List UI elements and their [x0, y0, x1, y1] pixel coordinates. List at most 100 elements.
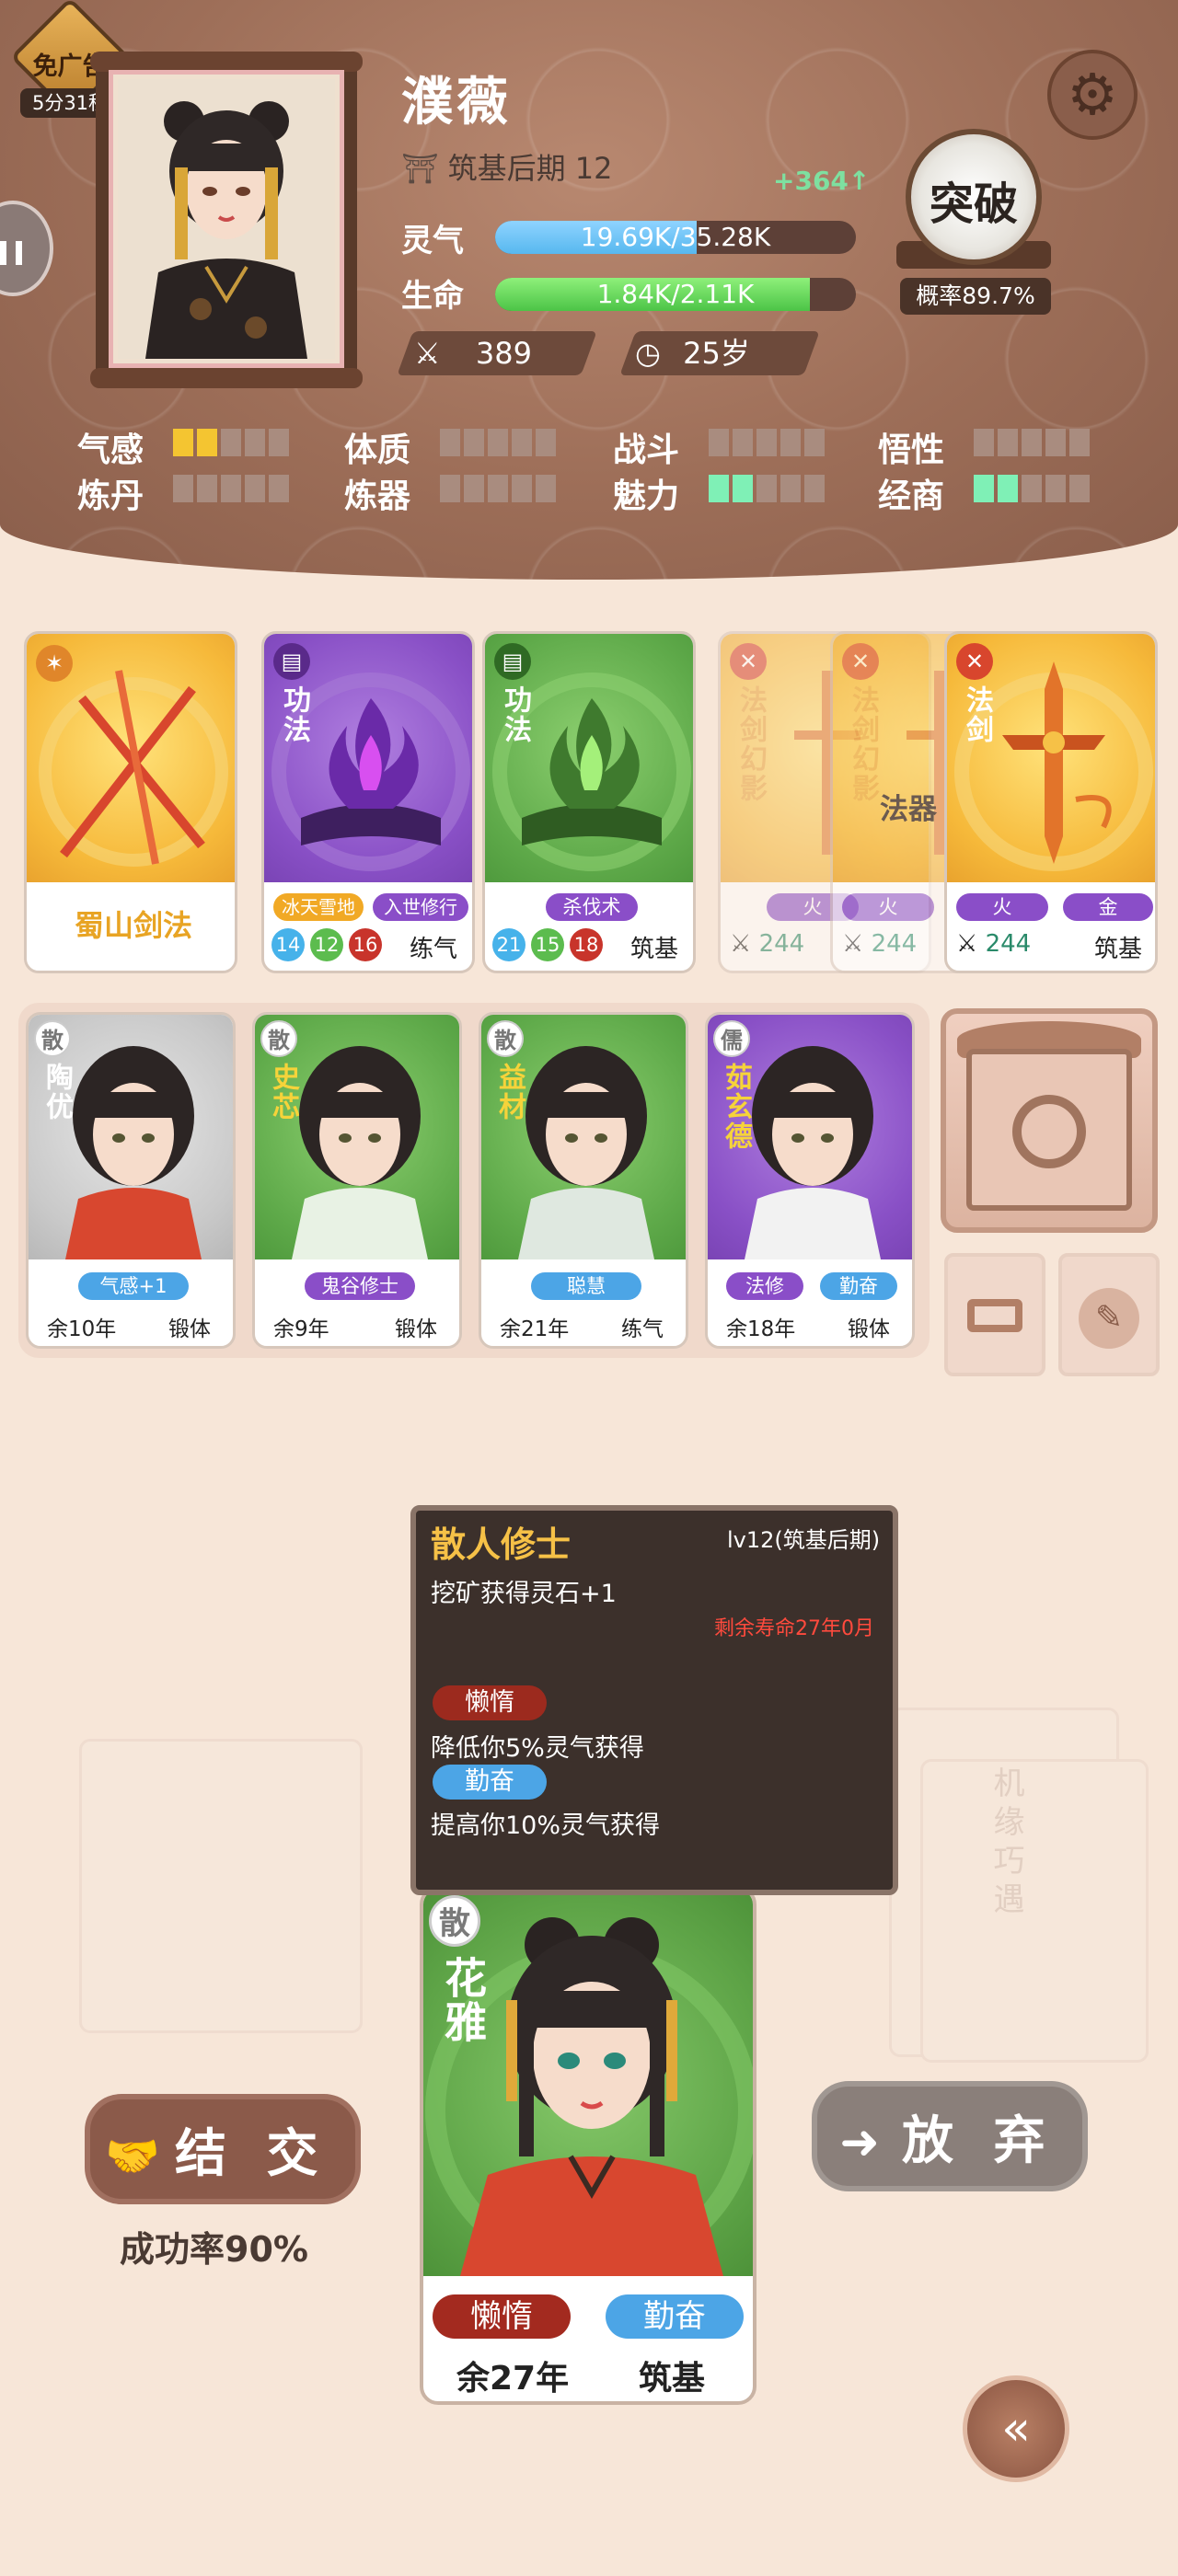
scroll-rod-top — [90, 52, 363, 72]
card-tag: 杀伐术 — [546, 893, 638, 921]
attribute-pip — [756, 475, 777, 502]
crossed-swords-icon: ⚔ — [842, 930, 864, 958]
scroll-icon: ✎ — [1079, 1288, 1139, 1349]
sect-icon: ✶ — [36, 645, 73, 682]
attribute-pip — [512, 475, 532, 502]
card-type: 功法 — [278, 685, 310, 744]
companion-lifespan: 余21年 — [500, 1317, 570, 1341]
attribute-label: 炼器 — [344, 477, 411, 515]
breakthrough-probability: 概率89.7% — [900, 278, 1051, 315]
companion-name: 茹玄德 — [720, 1063, 752, 1151]
gear-icon: ⚙ — [1067, 61, 1118, 128]
card-tag: 火 — [956, 893, 1048, 921]
attribute-pip — [709, 475, 729, 502]
attribute-pip — [536, 429, 556, 456]
card-tag: 冰天雪地 — [273, 893, 364, 921]
scroll-button[interactable]: ✎ — [1058, 1253, 1160, 1376]
back-arrow-icon: « — [1001, 2401, 1031, 2456]
trait-tag: 勤奋 — [820, 1272, 897, 1300]
card-title: 蜀山剑法 — [74, 908, 192, 943]
card-stage: 练气 — [410, 936, 458, 963]
companion-stage: 锻体 — [848, 1317, 890, 1341]
scroll-rod-bottom — [90, 368, 363, 388]
companion-stage: 锻体 — [168, 1317, 211, 1341]
tooltip-effect: 挖矿获得灵石+1 — [431, 1580, 617, 1608]
stat-number: 14 — [271, 928, 305, 961]
spirit-gain: +364↑ — [773, 166, 871, 196]
tooltip-lifespan: 剩余寿命27年0月 — [714, 1617, 874, 1640]
attribute-label: 经商 — [878, 477, 945, 515]
card-type: 功法 — [499, 685, 531, 744]
attribute-pip — [488, 475, 508, 502]
card-tag: 金 — [1063, 893, 1153, 921]
companion-card[interactable]: 散陶优 气感+1 余10年 锻体 — [26, 1012, 236, 1349]
clock-icon: ◷ — [635, 336, 661, 371]
companion-stage: 锻体 — [395, 1317, 437, 1341]
skill-card[interactable]: ▤ 功法 冰天雪地 入世修行 14 12 16 练气 — [261, 631, 475, 973]
companion-lifespan: 余9年 — [273, 1317, 329, 1341]
attribute-pip — [173, 475, 193, 502]
pause-icon — [0, 241, 22, 265]
attribute-pip — [221, 475, 241, 502]
realm-text: 筑基后期 12 — [447, 151, 613, 186]
attribute-pip — [245, 475, 265, 502]
crossed-swords-icon: ⚔ — [414, 336, 441, 371]
attribute-pip — [197, 475, 217, 502]
stat-number: 16 — [349, 928, 382, 961]
abandon-button[interactable]: ➜ 放 弃 — [812, 2081, 1088, 2191]
player-name: 濮薇 — [401, 73, 512, 132]
scroll-icon: ▤ — [273, 643, 310, 680]
power-row: ⚔ 244 — [842, 930, 917, 958]
attribute-pip — [1045, 429, 1066, 456]
attribute-pip — [709, 429, 729, 456]
encounter-stage: 筑基 — [639, 2360, 706, 2398]
chest-button[interactable] — [944, 1253, 1045, 1376]
skill-card[interactable]: ✶ 蜀山剑法 — [24, 631, 237, 973]
sword-icon: ✕ — [842, 643, 879, 680]
companion-card[interactable]: 散益材 聪慧 余21年 练气 — [479, 1012, 688, 1349]
trait-tag-diligent: 勤奋 — [606, 2294, 744, 2339]
class-badge: 散 — [429, 1895, 480, 1947]
fortune-card-front — [920, 1759, 1149, 2063]
tooltip-level: lv12(筑基后期) — [727, 1527, 881, 1553]
weapon-power: 244 — [871, 930, 918, 958]
attribute-label: 体质 — [344, 431, 411, 469]
befriend-label: 结 交 — [175, 2124, 329, 2184]
trait-tag: 鬼谷修士 — [305, 1272, 415, 1300]
tooltip-trait-lazy-desc: 降低你5%灵气获得 — [431, 1734, 644, 1763]
companion-name: 陶优 — [40, 1063, 73, 1121]
blank-card-left — [79, 1739, 363, 2033]
attribute-pip — [804, 475, 825, 502]
tooltip-trait-diligent: 勤奋 — [433, 1765, 547, 1800]
chest-icon — [967, 1299, 1022, 1332]
trait-tag-lazy: 懒惰 — [433, 2294, 571, 2339]
trait-tag: 气感+1 — [78, 1272, 189, 1300]
player-portrait[interactable] — [118, 79, 335, 359]
encounter-card[interactable]: 散 花雅 懒惰 勤奋 余27年 筑基 — [420, 1886, 756, 2405]
sword-icon: ✕ — [956, 643, 993, 680]
attribute-pip — [756, 429, 777, 456]
attribute-pip — [440, 429, 460, 456]
attribute-pip — [1045, 475, 1066, 502]
befriend-button[interactable]: 🤝 结 交 — [85, 2094, 361, 2204]
weapon-power: 244 — [985, 930, 1032, 958]
handshake-icon: 🤝 — [105, 2131, 160, 2182]
attribute-pip — [1069, 429, 1090, 456]
realm-row: ⛩ 筑基后期 12 — [401, 145, 613, 188]
coin-icon — [1012, 1095, 1086, 1168]
companion-card[interactable]: 儒茹玄德 法修 勤奋 余18年 锻体 — [705, 1012, 915, 1349]
attribute-pip — [197, 429, 217, 456]
companion-card[interactable]: 散史芯鬼谷修士余9年 锻体 — [252, 1012, 462, 1349]
companion-name: 史芯 — [267, 1063, 299, 1121]
life-value: 1.84K/2.11K — [596, 279, 755, 309]
trait-tag: 法修 — [726, 1272, 803, 1300]
skill-card[interactable]: ▤ 功法 杀伐术 21 15 18 筑基 — [482, 631, 696, 973]
class-badge: 散 — [260, 1020, 297, 1057]
companion-stage: 练气 — [621, 1317, 664, 1341]
back-button[interactable]: « — [963, 2375, 1069, 2482]
companion-lifespan: 余18年 — [726, 1317, 796, 1341]
attribute-pip — [173, 429, 193, 456]
weapon-card[interactable]: ✕ 法剑 火 金 ⚔ 244 筑基 — [944, 631, 1158, 973]
card-stage: 筑基 — [630, 936, 679, 963]
attribute-pip — [974, 429, 994, 456]
